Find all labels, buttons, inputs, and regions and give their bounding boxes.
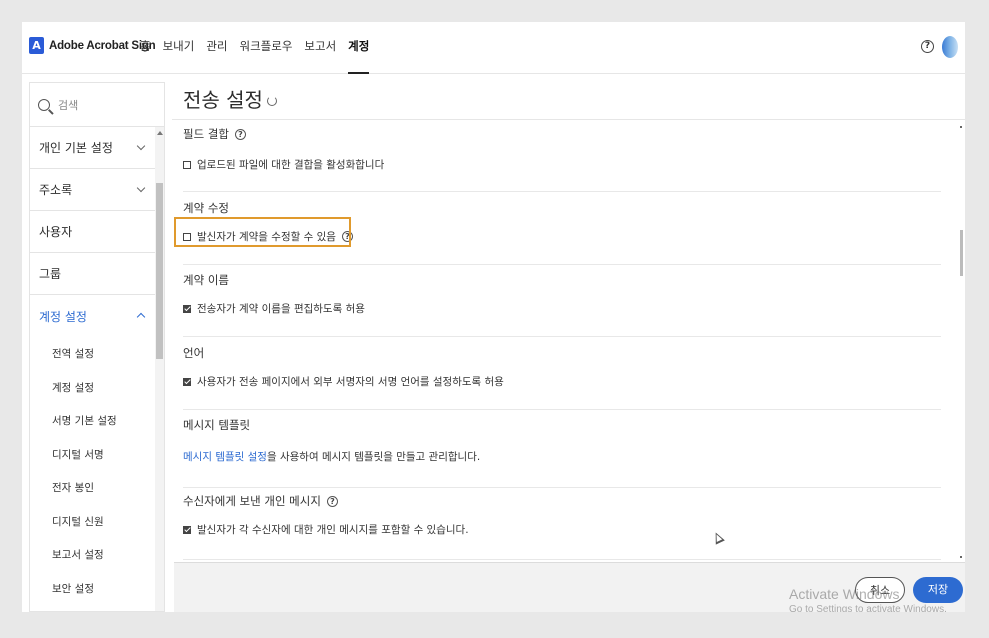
main-nav: 홈 보내기 관리 워크플로우 보고서 계정	[134, 22, 375, 74]
sidebar-subitem-digital-signatures[interactable]: 디지털 서명	[30, 438, 164, 472]
page-title: 전송 설정	[183, 84, 277, 113]
chevron-up-icon	[136, 312, 146, 322]
section-title-text: 필드 결합	[183, 127, 229, 141]
sidebar-item-label: 개인 기본 설정	[39, 141, 113, 155]
checkbox[interactable]	[183, 232, 191, 241]
option-agreement-name[interactable]: 전송자가 계약 이름을 편집하도록 허용	[183, 301, 941, 316]
page-title-text: 전송 설정	[183, 88, 263, 112]
section-field-merge: 필드 결합 ? 업로드된 파일에 대한 결합을 활성화합니다	[183, 124, 941, 192]
nav-workflows[interactable]: 워크플로우	[234, 22, 299, 74]
nav-home[interactable]: 홈	[134, 22, 157, 74]
message-templates-text: 메시지 템플릿 설정 을 사용하여 메시지 템플릿을 만들고 관리합니다.	[183, 449, 941, 464]
section-title-text: 메시지 템플릿	[183, 418, 251, 432]
nav-manage[interactable]: 관리	[200, 22, 233, 74]
section-title: 필드 결합 ?	[183, 126, 941, 142]
nav-account[interactable]: 계정	[342, 22, 375, 74]
scroll-thumb[interactable]	[960, 230, 963, 276]
footer-bar: 취소 저장	[174, 562, 965, 612]
nav-reports[interactable]: 보고서	[298, 22, 342, 74]
help-icon[interactable]: ?	[326, 495, 338, 507]
chevron-down-icon	[136, 183, 146, 193]
sidebar-subitem-signature-preferences[interactable]: 서명 기본 설정	[30, 404, 164, 438]
search-input[interactable]: 검색	[58, 97, 78, 113]
acrobat-logo-icon: A	[29, 37, 44, 54]
scroll-up-arrow-icon[interactable]	[157, 131, 163, 135]
checkbox-checked[interactable]	[183, 525, 191, 534]
sidebar-item-label: 계정 설정	[39, 309, 87, 324]
refresh-icon[interactable]	[266, 95, 277, 106]
section-private-message: 수신자에게 보낸 개인 메시지 ? 발신자가 각 수신자에 대한 개인 메시지를…	[183, 488, 941, 560]
main-scrollbar[interactable]	[955, 120, 965, 562]
sidebar-search[interactable]: 검색	[30, 83, 164, 127]
sidebar-subitem-global-settings[interactable]: 전역 설정	[30, 337, 164, 371]
checkbox-checked[interactable]	[183, 304, 191, 313]
sidebar-subitem-account-settings[interactable]: 계정 설정	[30, 371, 164, 405]
help-icon[interactable]: ?	[921, 40, 934, 53]
message-template-settings-link[interactable]: 메시지 템플릿 설정	[183, 449, 267, 464]
option-label: 전송자가 계약 이름을 편집하도록 허용	[197, 303, 365, 315]
chevron-down-icon	[136, 141, 146, 151]
top-navigation-bar: A Adobe Acrobat Sign 홈 보내기 관리 워크플로우 보고서 …	[22, 22, 965, 74]
section-title-text: 수신자에게 보낸 개인 메시지	[183, 494, 321, 508]
highlight-box	[174, 217, 351, 247]
nav-send[interactable]: 보내기	[157, 22, 201, 74]
section-title: 계약 수정	[183, 200, 941, 216]
section-title: 수신자에게 보낸 개인 메시지 ?	[183, 493, 941, 509]
section-agreement-modification: 계약 수정 발신자가 계약을 수정할 수 있음 ?	[174, 192, 941, 265]
search-icon	[38, 98, 50, 111]
settings-list: 필드 결합 ? 업로드된 파일에 대한 결합을 활성화합니다 계약 수정 발신자…	[174, 124, 941, 560]
option-field-merge[interactable]: 업로드된 파일에 대한 결합을 활성화합니다	[183, 157, 941, 172]
sidebar-subitem-electronic-seals[interactable]: 전자 봉인	[30, 471, 164, 505]
option-label: 업로드된 파일에 대한 결합을 활성화합니다	[197, 159, 385, 171]
scroll-thumb[interactable]	[156, 183, 163, 359]
save-button[interactable]: 저장	[913, 577, 963, 603]
option-label: 발신자가 각 수신자에 대한 개인 메시지를 포함할 수 있습니다.	[197, 524, 469, 536]
section-title-text: 언어	[183, 346, 205, 360]
sidebar-item-groups[interactable]: 그룹	[30, 253, 164, 295]
section-title-text: 계약 이름	[183, 273, 229, 287]
option-label: 사용자가 전송 페이지에서 외부 서명자의 서명 언어를 설정하도록 허용	[197, 376, 504, 388]
message-templates-description: 을 사용하여 메시지 템플릿을 만들고 관리합니다.	[266, 451, 481, 463]
option-private-message[interactable]: 발신자가 각 수신자에 대한 개인 메시지를 포함할 수 있습니다.	[183, 522, 941, 537]
scroll-up-arrow-icon[interactable]	[960, 126, 962, 128]
cancel-button[interactable]: 취소	[855, 577, 905, 603]
checkbox[interactable]	[183, 160, 191, 169]
section-title-text: 계약 수정	[183, 201, 229, 215]
sidebar-scrollbar[interactable]	[155, 127, 164, 611]
sidebar-item-label: 그룹	[39, 267, 62, 281]
section-agreement-name: 계약 이름 전송자가 계약 이름을 편집하도록 허용	[183, 265, 941, 337]
avatar[interactable]	[942, 36, 958, 58]
sidebar-item-address-book[interactable]: 주소록	[30, 169, 164, 211]
section-message-templates: 메시지 템플릿 메시지 템플릿 설정 을 사용하여 메시지 템플릿을 만들고 관리…	[183, 410, 941, 488]
section-title: 메시지 템플릿	[183, 417, 941, 433]
checkbox-checked[interactable]	[183, 377, 191, 386]
option-language[interactable]: 사용자가 전송 페이지에서 외부 서명자의 서명 언어를 설정하도록 허용	[183, 374, 941, 389]
scroll-down-arrow-icon[interactable]	[960, 556, 962, 558]
sidebar-item-account-settings[interactable]: 계정 설정	[30, 295, 164, 337]
sidebar-subitem-report-settings[interactable]: 보고서 설정	[30, 538, 164, 572]
divider	[172, 119, 965, 120]
sidebar-item-label: 주소록	[39, 183, 73, 197]
sidebar: 검색 개인 기본 설정 주소록 사용자 그룹 계정 설정 전역 설정 계정 설정…	[29, 82, 165, 612]
sidebar-item-users[interactable]: 사용자	[30, 211, 164, 253]
section-language: 언어 사용자가 전송 페이지에서 외부 서명자의 서명 언어를 설정하도록 허용	[183, 337, 941, 410]
sidebar-subitem-security-settings[interactable]: 보안 설정	[30, 572, 164, 606]
main-content: 전송 설정 필드 결합 ? 업로드된 파일에 대한 결합을 활성화합니다 계약 …	[172, 74, 965, 612]
app-window: A Adobe Acrobat Sign 홈 보내기 관리 워크플로우 보고서 …	[22, 22, 965, 612]
section-title: 언어	[183, 345, 941, 361]
sidebar-item-label: 사용자	[39, 225, 73, 239]
section-title: 계약 이름	[183, 272, 941, 288]
help-icon[interactable]: ?	[234, 128, 246, 140]
sidebar-subitem-digital-identity[interactable]: 디지털 신원	[30, 505, 164, 539]
sidebar-item-personal-preferences[interactable]: 개인 기본 설정	[30, 127, 164, 169]
